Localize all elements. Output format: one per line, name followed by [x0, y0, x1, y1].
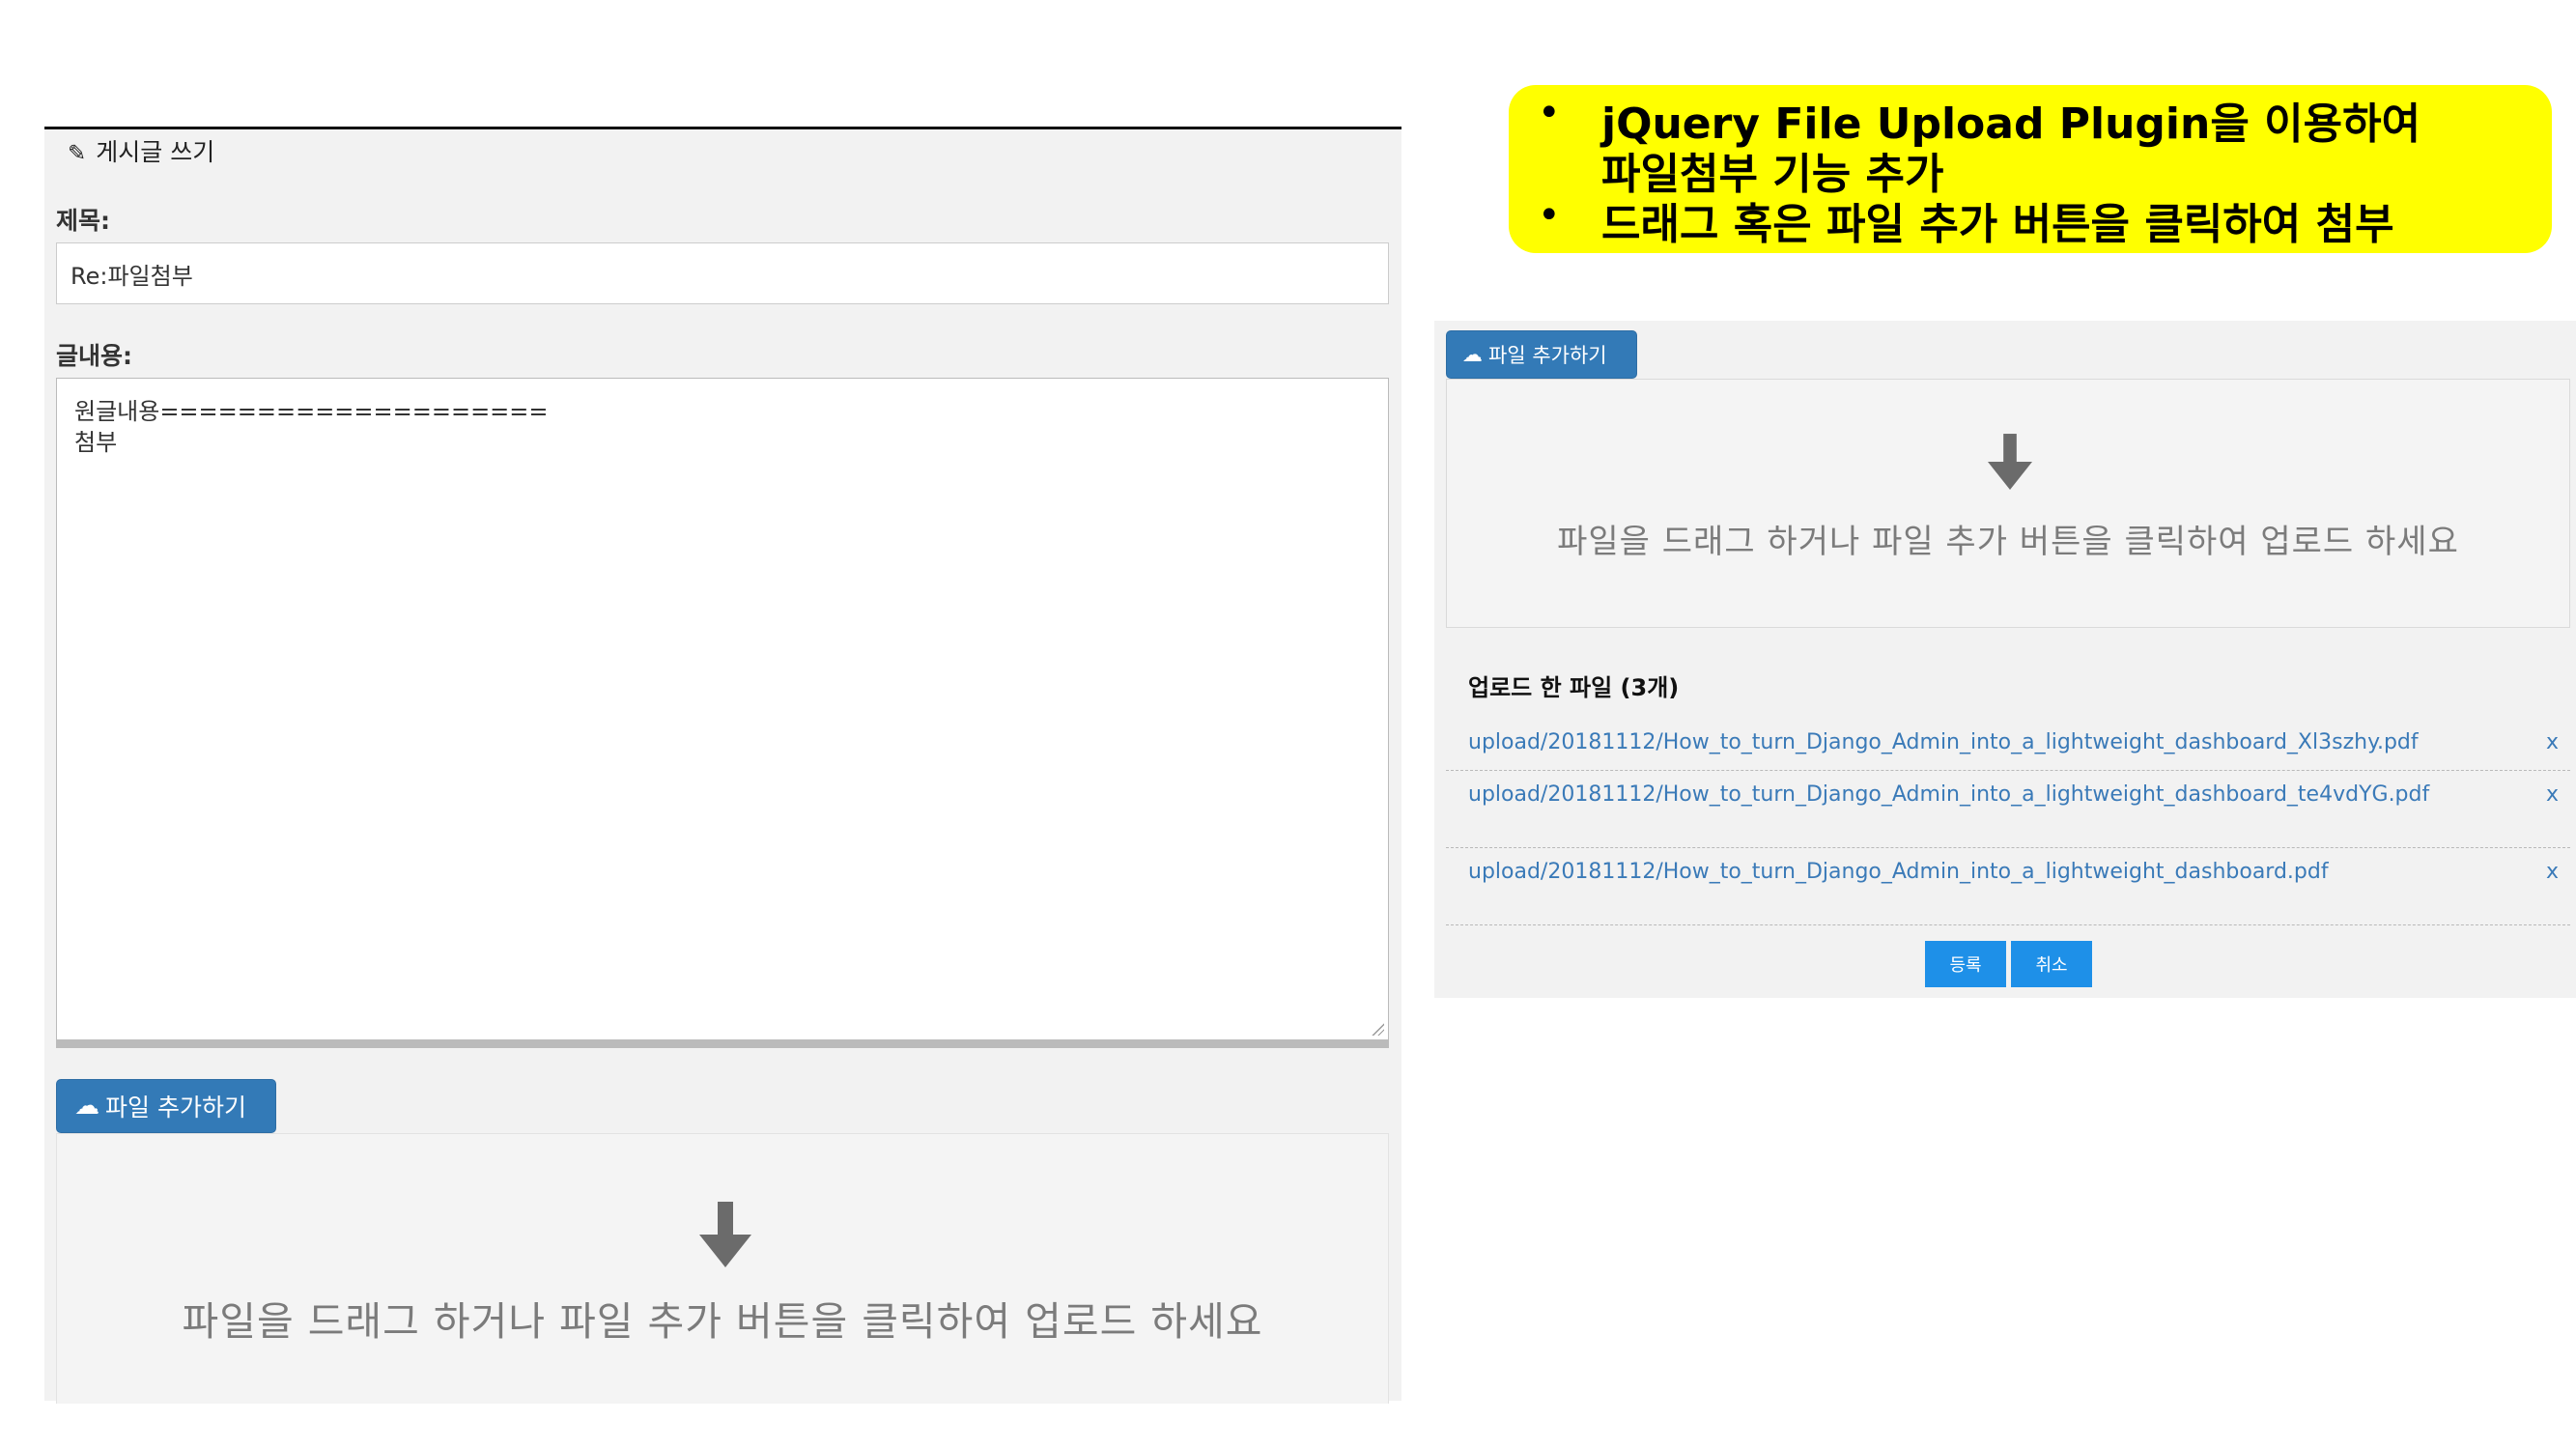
uploaded-file-row: upload/20181112/How_to_turn_Django_Admin…	[1446, 771, 2570, 848]
arrow-down-icon	[1988, 434, 2032, 490]
callout-line-3: 드래그 혹은 파일 추가 버튼을 클릭하여 첨부	[1601, 200, 2394, 249]
panel-title-text: 게시글 쓰기	[96, 138, 215, 166]
panel-title: ✎ 게시글 쓰기	[68, 133, 214, 168]
feature-callout: • jQuery File Upload Plugin을 이용하여 파일첨부 기…	[1509, 85, 2552, 253]
textarea-divider	[56, 1040, 1389, 1048]
content-textarea[interactable]: 원글내용==================== 첨부	[56, 378, 1389, 1040]
content-text: 원글내용==================== 첨부	[74, 398, 549, 456]
remove-file-icon[interactable]: x	[2546, 782, 2559, 807]
uploaded-file-link[interactable]: upload/20181112/How_to_turn_Django_Admin…	[1468, 860, 2329, 884]
arrow-down-icon	[699, 1202, 751, 1267]
add-file-button[interactable]: ☁ 파일 추가하기	[1446, 330, 1637, 379]
file-drop-zone[interactable]: 파일을 드래그 하거나 파일 추가 버튼을 클릭하여 업로드 하세요	[1446, 379, 2570, 628]
cloud-upload-icon: ☁	[1462, 343, 1483, 366]
remove-file-icon[interactable]: x	[2546, 860, 2559, 884]
drop-zone-text: 파일을 드래그 하거나 파일 추가 버튼을 클릭하여 업로드 하세요	[182, 1298, 1263, 1345]
subject-input[interactable]	[56, 242, 1389, 304]
uploaded-file-link[interactable]: upload/20181112/How_to_turn_Django_Admin…	[1468, 782, 2429, 807]
uploaded-file-row: upload/20181112/How_to_turn_Django_Admin…	[1446, 848, 2570, 925]
uploaded-file-row: upload/20181112/How_to_turn_Django_Admin…	[1446, 713, 2570, 771]
add-file-button-label: 파일 추가하기	[1488, 344, 1607, 367]
cloud-upload-icon: ☁	[74, 1092, 99, 1121]
post-editor-panel: ✎ 게시글 쓰기 제목: 글내용: 원글내용===================…	[44, 127, 1401, 1404]
submit-button[interactable]: 등록	[1925, 941, 2006, 987]
cancel-button[interactable]: 취소	[2011, 941, 2092, 987]
pencil-icon: ✎	[68, 141, 87, 166]
drop-zone-text: 파일을 드래그 하거나 파일 추가 버튼을 클릭하여 업로드 하세요	[1557, 523, 2459, 561]
add-file-button-label: 파일 추가하기	[105, 1094, 246, 1122]
add-file-button[interactable]: ☁ 파일 추가하기	[56, 1079, 276, 1133]
uploaded-file-link[interactable]: upload/20181112/How_to_turn_Django_Admin…	[1468, 730, 2419, 754]
bullet-icon: •	[1538, 193, 1561, 238]
remove-file-icon[interactable]: x	[2546, 730, 2559, 754]
resize-grip-icon[interactable]	[1371, 1022, 1384, 1036]
content-label: 글내용:	[56, 342, 132, 370]
file-drop-zone[interactable]: 파일을 드래그 하거나 파일 추가 버튼을 클릭하여 업로드 하세요	[56, 1133, 1389, 1404]
uploader-panel: ☁ 파일 추가하기 파일을 드래그 하거나 파일 추가 버튼을 클릭하여 업로드 …	[1434, 321, 2576, 998]
subject-label: 제목:	[56, 207, 110, 235]
uploaded-files-title: 업로드 한 파일 (3개)	[1468, 674, 1680, 701]
bullet-icon: •	[1538, 91, 1561, 135]
